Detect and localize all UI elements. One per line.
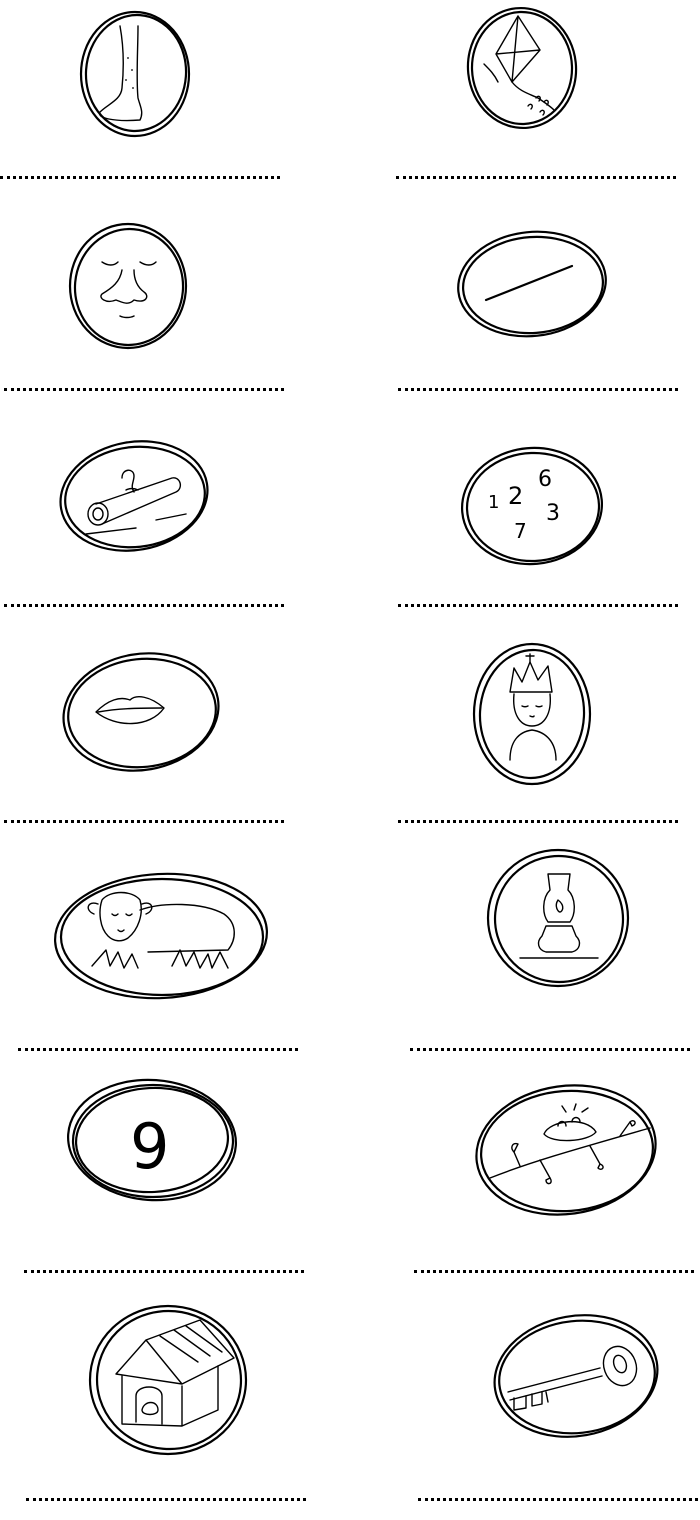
answer-line-9[interactable]: [18, 1048, 298, 1051]
answer-line-2[interactable]: [396, 176, 676, 179]
lamp-icon: [484, 846, 634, 990]
answer-line-12[interactable]: [414, 1270, 694, 1273]
digit-2: 2: [508, 482, 523, 510]
answer-line-6[interactable]: [398, 604, 678, 607]
digit-6: 6: [538, 467, 552, 492]
digit-9: 9: [130, 1110, 169, 1183]
answer-line-13[interactable]: [26, 1498, 306, 1501]
lamb-icon: [52, 870, 270, 1006]
log-icon: [56, 438, 212, 556]
answer-line-14[interactable]: [418, 1498, 698, 1501]
answer-line-8[interactable]: [398, 820, 678, 823]
answer-line-1[interactable]: [0, 176, 280, 179]
nose-face-icon: [66, 220, 192, 354]
digit-3: 3: [546, 501, 560, 526]
answer-line-11[interactable]: [24, 1270, 304, 1273]
answer-line-5[interactable]: [4, 604, 284, 607]
kite-icon: [464, 2, 580, 132]
digit-1: 1: [488, 492, 499, 513]
lips-icon: [60, 650, 222, 776]
nine-icon: 9: [64, 1076, 242, 1206]
digit-7: 7: [514, 519, 527, 543]
key-icon: [490, 1310, 666, 1444]
answer-line-7[interactable]: [4, 820, 284, 823]
kennel-icon: [86, 1300, 254, 1458]
answer-line-4[interactable]: [398, 388, 678, 391]
king-icon: [470, 642, 594, 788]
nest-icon: [470, 1082, 666, 1222]
answer-line-10[interactable]: [410, 1048, 690, 1051]
numbers-icon: 1 2 6 3 7: [460, 446, 604, 568]
answer-line-3[interactable]: [4, 388, 284, 391]
leg-icon: [78, 8, 194, 140]
line-dash-icon: [456, 228, 610, 342]
